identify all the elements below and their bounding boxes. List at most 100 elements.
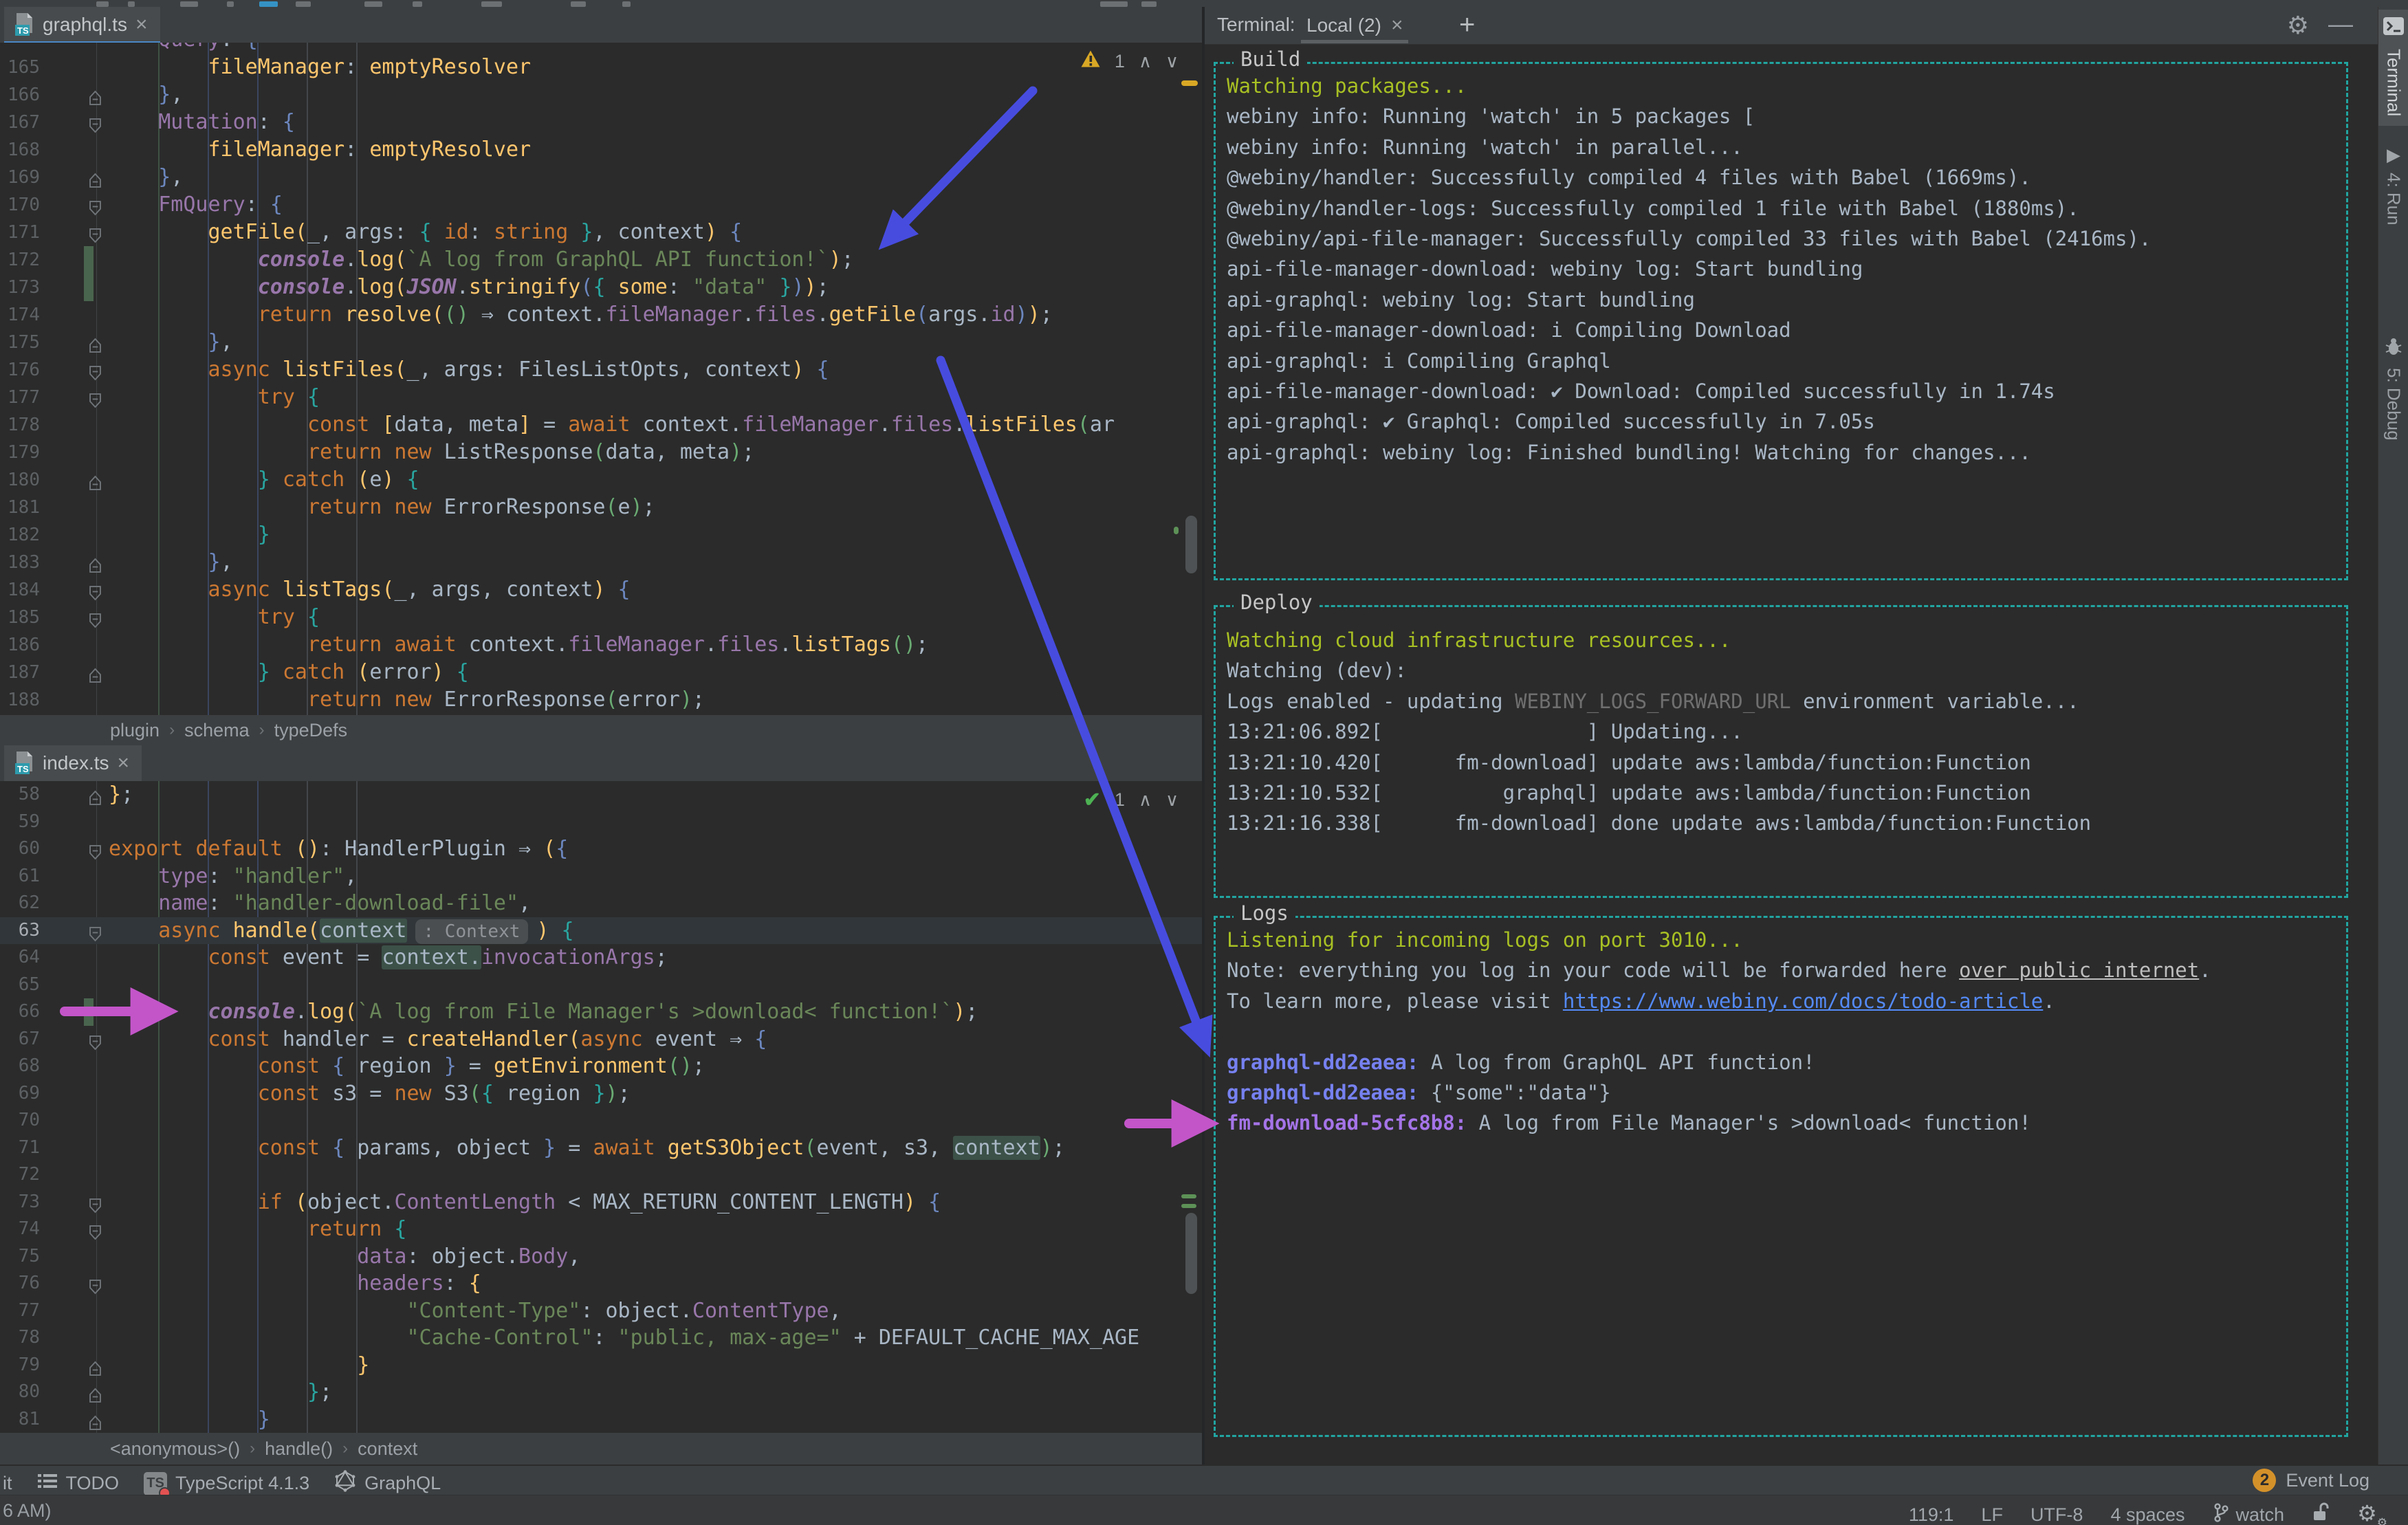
code-line[interactable]: 73 if (object.ContentLength < MAX_RETURN…	[0, 1189, 1202, 1216]
line-number[interactable]: 67	[0, 1026, 40, 1053]
stripe-terminal-button[interactable]: Terminal	[2378, 10, 2408, 127]
prev-warning-icon[interactable]: ∧	[1139, 789, 1152, 811]
stripe-debug-button[interactable]: 5: Debug	[2378, 337, 2408, 441]
fold-marker-icon[interactable]	[89, 1411, 102, 1434]
line-number[interactable]: 81	[0, 1406, 40, 1434]
code-line[interactable]: 180 } catch (e) {	[0, 466, 1202, 494]
line-number[interactable]: 186	[0, 631, 40, 659]
new-terminal-button[interactable]: +	[1459, 10, 1475, 41]
breadcrumb-item[interactable]: typeDefs	[274, 720, 348, 741]
line-number[interactable]: 174	[0, 301, 40, 329]
line-number[interactable]: 66	[0, 998, 40, 1026]
line-number[interactable]: 76	[0, 1270, 40, 1297]
code-line[interactable]: 183 },	[0, 549, 1202, 576]
code-line[interactable]: 68 const { region } = getEnvironment();	[0, 1053, 1202, 1080]
code-line[interactable]: 71 const { params, object } = await getS…	[0, 1134, 1202, 1162]
line-ending[interactable]: LF	[1981, 1504, 2003, 1525]
next-warning-icon[interactable]: ∨	[1165, 789, 1179, 811]
breadcrumb-item[interactable]: context	[358, 1438, 417, 1460]
terminal-link[interactable]: https://www.webiny.com/docs/todo-article	[1563, 989, 2043, 1013]
code-line[interactable]: 178 const [data, meta] = await context.f…	[0, 411, 1202, 439]
code-line[interactable]: 177 try {	[0, 384, 1202, 411]
code-line[interactable]: 63 async handle(context: Context) {	[0, 917, 1202, 945]
code-line[interactable]: 182 }	[0, 521, 1202, 549]
line-number[interactable]: 181	[0, 494, 40, 521]
status-todo[interactable]: TODO	[37, 1473, 119, 1494]
line-number[interactable]: 79	[0, 1352, 40, 1379]
prev-warning-icon[interactable]: ∧	[1139, 51, 1152, 72]
code-line[interactable]: 168 fileManager: emptyResolver	[0, 136, 1202, 164]
line-number[interactable]: 172	[0, 246, 40, 274]
editor-graphql[interactable]: Query: {165 fileManager: emptyResolver16…	[0, 43, 1202, 715]
indent-setting[interactable]: 4 spaces	[2110, 1504, 2185, 1525]
line-number[interactable]: 64	[0, 944, 40, 972]
line-number[interactable]: 70	[0, 1107, 40, 1134]
code-line[interactable]: 173 console.log(JSON.stringify({ some: "…	[0, 274, 1202, 301]
line-number[interactable]: 80	[0, 1379, 40, 1406]
close-icon[interactable]: ×	[135, 14, 148, 35]
code-line[interactable]: 181 return new ErrorResponse(e);	[0, 494, 1202, 521]
line-number[interactable]: 184	[0, 576, 40, 604]
code-line[interactable]: 176 async listFiles(_, args: FilesListOp…	[0, 356, 1202, 384]
code-line[interactable]: 58};	[0, 781, 1202, 809]
close-icon[interactable]: ×	[1391, 15, 1403, 36]
code-line[interactable]: 188 return new ErrorResponse(error);	[0, 686, 1202, 714]
code-line[interactable]: 77 "Content-Type": object.ContentType,	[0, 1297, 1202, 1325]
line-number[interactable]: 179	[0, 439, 40, 466]
line-number[interactable]: 167	[0, 109, 40, 136]
editor-index[interactable]: 58}; 59 60 export default (): HandlerPlugin…	[0, 781, 1202, 1433]
code-line[interactable]: Query: {	[0, 43, 1202, 54]
line-number[interactable]: 61	[0, 863, 40, 890]
line-number[interactable]: 188	[0, 686, 40, 714]
code-line[interactable]: 169 },	[0, 164, 1202, 191]
minimize-icon[interactable]: —	[2328, 10, 2353, 39]
line-number[interactable]: 58	[0, 781, 40, 809]
next-warning-icon[interactable]: ∨	[1165, 51, 1179, 72]
line-number[interactable]: 165	[0, 54, 40, 81]
code-line[interactable]: 187 } catch (error) {	[0, 659, 1202, 686]
breadcrumb-item[interactable]: <anonymous>()	[110, 1438, 240, 1460]
line-number[interactable]: 180	[0, 466, 40, 494]
line-number[interactable]: 62	[0, 890, 40, 917]
code-line[interactable]: 186 return await context.fileManager.fil…	[0, 631, 1202, 659]
breadcrumb-item[interactable]: schema	[184, 720, 250, 741]
code-line[interactable]: 166 },	[0, 81, 1202, 109]
code-line[interactable]: 76 headers: {	[0, 1270, 1202, 1297]
breadcrumb-item[interactable]: plugin	[110, 720, 160, 741]
code-line[interactable]: 179 return new ListResponse(data, meta);	[0, 439, 1202, 466]
event-log-button[interactable]: 2 Event Log	[2253, 1469, 2369, 1492]
status-git[interactable]: it	[3, 1473, 12, 1494]
tab-graphql-ts[interactable]: TS graphql.ts ×	[4, 7, 160, 46]
line-number[interactable]: 59	[0, 809, 40, 836]
line-number[interactable]: 187	[0, 659, 40, 686]
code-line[interactable]: 185 try {	[0, 604, 1202, 631]
line-number[interactable]: 176	[0, 356, 40, 384]
line-number[interactable]: 63	[0, 917, 40, 945]
code-line[interactable]: 81 }	[0, 1406, 1202, 1434]
line-number[interactable]: 177	[0, 384, 40, 411]
code-line[interactable]: 65	[0, 972, 1202, 999]
file-encoding[interactable]: UTF-8	[2031, 1504, 2083, 1525]
code-line[interactable]: 59	[0, 809, 1202, 836]
line-number[interactable]: 60	[0, 835, 40, 863]
line-number[interactable]: 69	[0, 1080, 40, 1108]
code-line[interactable]: 79 }	[0, 1352, 1202, 1379]
code-line[interactable]: 165 fileManager: emptyResolver	[0, 54, 1202, 81]
line-number[interactable]: 72	[0, 1161, 40, 1189]
line-number[interactable]: 73	[0, 1189, 40, 1216]
code-line[interactable]: 62 name: "handler-download-file",	[0, 890, 1202, 917]
line-number[interactable]: 168	[0, 136, 40, 164]
code-line[interactable]: 70	[0, 1107, 1202, 1134]
line-number[interactable]: 77	[0, 1297, 40, 1325]
code-line[interactable]: 80 };	[0, 1379, 1202, 1406]
status-graphql[interactable]: GraphQL	[334, 1470, 441, 1497]
settings-sync-icon[interactable]: ⚙⚙	[2357, 1500, 2387, 1525]
line-number[interactable]: 175	[0, 329, 40, 356]
line-number[interactable]: 65	[0, 972, 40, 999]
code-line[interactable]: 72	[0, 1161, 1202, 1189]
line-number[interactable]: 74	[0, 1216, 40, 1243]
line-number[interactable]: 182	[0, 521, 40, 549]
stripe-run-button[interactable]: ▶ 4: Run	[2378, 144, 2408, 226]
line-number[interactable]: 170	[0, 191, 40, 219]
breadcrumb-item[interactable]: handle()	[265, 1438, 333, 1460]
